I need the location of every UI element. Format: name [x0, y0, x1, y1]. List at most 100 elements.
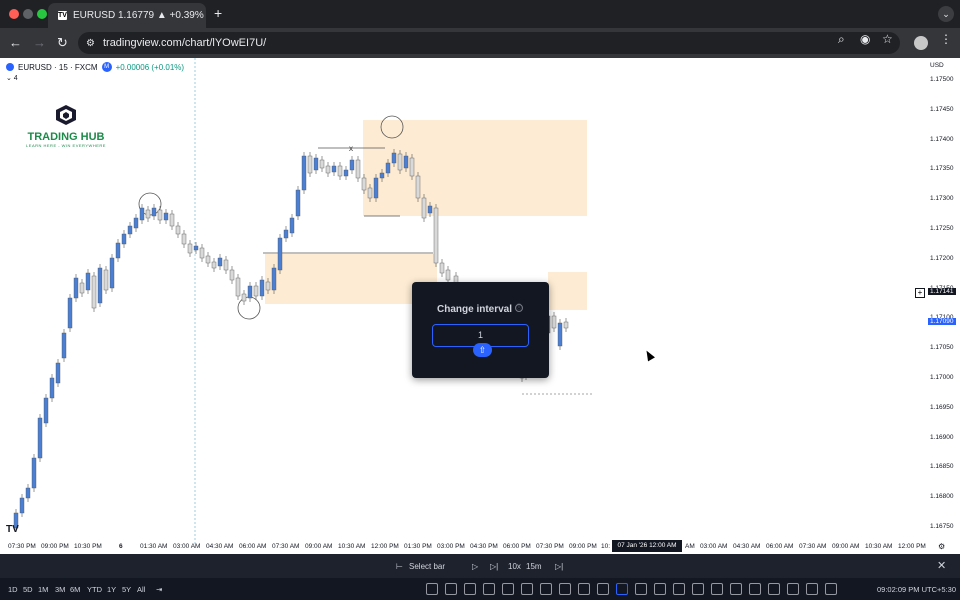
candle[interactable] [151, 207, 157, 217]
candle[interactable] [343, 169, 349, 177]
step-forward-icon[interactable]: ▷| [490, 562, 498, 571]
candle[interactable] [439, 262, 445, 274]
change-interval-dialog[interactable]: Change interval ⓘ 1 ⇧ [412, 282, 549, 378]
candle[interactable] [367, 187, 373, 199]
candle[interactable] [307, 155, 313, 174]
range-button-6m[interactable]: 6M [70, 585, 80, 594]
range-button-1d[interactable]: 1D [8, 585, 18, 594]
new-tab-button[interactable]: + [214, 5, 222, 21]
candle[interactable] [205, 255, 211, 264]
candle[interactable] [229, 269, 235, 281]
candle[interactable] [91, 275, 97, 309]
candle[interactable] [121, 233, 127, 245]
candle[interactable] [391, 152, 397, 164]
tab-search-button[interactable]: ⌄ [938, 6, 954, 22]
candle[interactable] [421, 197, 427, 219]
candle[interactable] [337, 165, 343, 177]
candle[interactable] [415, 175, 421, 199]
candle[interactable] [97, 267, 103, 304]
browser-menu-icon[interactable]: ⋮ [940, 32, 952, 46]
candle[interactable] [331, 165, 337, 173]
candle[interactable] [379, 172, 385, 179]
candle[interactable] [55, 362, 61, 384]
candle[interactable] [67, 297, 73, 329]
pen-tool-icon[interactable] [768, 583, 780, 595]
candle[interactable] [163, 212, 169, 221]
candle[interactable] [157, 209, 163, 221]
candle[interactable] [109, 257, 115, 289]
fib-tool-icon[interactable] [464, 583, 476, 595]
close-window-button[interactable] [9, 9, 19, 19]
time-axis-settings-icon[interactable]: ⚙ [938, 542, 945, 551]
indicator-toggle[interactable]: ⌄ 4 [6, 74, 18, 82]
replay-interval-button[interactable]: 15m [526, 562, 542, 571]
candle[interactable] [563, 321, 569, 329]
candle[interactable] [49, 377, 55, 399]
maximize-window-button[interactable] [37, 9, 47, 19]
candle[interactable] [199, 247, 205, 259]
brush-tool-icon[interactable] [578, 583, 590, 595]
candle[interactable] [247, 285, 253, 299]
bars-tool-icon[interactable] [559, 583, 571, 595]
candle[interactable] [43, 397, 49, 424]
candle[interactable] [127, 225, 133, 235]
candle[interactable] [557, 322, 563, 347]
info-icon[interactable]: ⓘ [515, 304, 523, 312]
measure-tool-icon[interactable] [502, 583, 514, 595]
speed-button[interactable]: 10x [508, 562, 521, 571]
reload-icon[interactable]: ↻ [57, 35, 68, 51]
candle[interactable] [145, 209, 151, 219]
candle[interactable] [265, 281, 271, 291]
ellipse-tool-icon[interactable] [692, 583, 704, 595]
candle[interactable] [253, 285, 259, 297]
candle[interactable] [187, 243, 193, 254]
candle[interactable] [37, 417, 43, 459]
cursor-tool-icon[interactable] [616, 583, 628, 595]
candle[interactable] [551, 315, 557, 329]
address-bar[interactable]: ⚙ tradingview.com/chart/lYOwEI7U/ [78, 32, 900, 54]
candle[interactable] [139, 207, 145, 221]
candle[interactable] [271, 267, 277, 291]
range-button-all[interactable]: All [137, 585, 145, 594]
browser-tab[interactable]: TV EURUSD 1.16779 ▲ +0.39% ⋅ T [48, 3, 206, 28]
candle[interactable] [181, 233, 187, 245]
bookmark-star-icon[interactable]: ☆ [882, 32, 893, 46]
site-settings-icon[interactable]: ⚙ [86, 38, 95, 49]
candle[interactable] [19, 497, 25, 514]
range-button-5d[interactable]: 5D [23, 585, 33, 594]
back-icon[interactable]: ← [9, 35, 22, 51]
candle[interactable] [85, 272, 91, 291]
candle[interactable] [355, 159, 361, 179]
candle[interactable] [31, 457, 37, 489]
symbol-header[interactable]: EURUSD · 15 · FXCM M +0.00006 (+0.01%) [6, 62, 184, 72]
profile-avatar[interactable] [914, 36, 928, 50]
line-tool-icon[interactable] [426, 583, 438, 595]
rect-tool-icon[interactable] [730, 583, 742, 595]
type-tool-icon[interactable] [540, 583, 552, 595]
range-button-5y[interactable]: 5Y [122, 585, 131, 594]
candle[interactable] [25, 487, 31, 499]
candle[interactable] [223, 259, 229, 271]
candle[interactable] [289, 217, 295, 234]
candle[interactable] [385, 162, 391, 174]
note-tool-icon[interactable] [654, 583, 666, 595]
candle[interactable] [103, 269, 109, 291]
candle[interactable] [313, 157, 319, 171]
candle[interactable] [61, 332, 67, 359]
price-scale[interactable]: USD 1.17500 1.17450 1.17400 1.17350 1.17300 1… [918, 58, 960, 544]
candle[interactable] [325, 165, 331, 174]
select-bar-icon[interactable]: ⊢ [396, 562, 403, 571]
jump-to-realtime-icon[interactable]: ▷| [555, 562, 563, 571]
candle[interactable] [403, 155, 409, 169]
range-button-ytd[interactable]: YTD [87, 585, 102, 594]
eye-icon[interactable]: ◉ [860, 32, 870, 46]
candle[interactable] [115, 242, 121, 259]
hlines-tool-icon[interactable] [673, 583, 685, 595]
trend-tool-icon[interactable] [597, 583, 609, 595]
date-range-icon[interactable]: ⇥ [156, 585, 162, 594]
demand-zone-right[interactable] [548, 272, 587, 310]
candle[interactable] [133, 217, 139, 229]
image-tool-icon[interactable] [806, 583, 818, 595]
grid-tool-icon[interactable] [635, 583, 647, 595]
time-axis[interactable]: 07:30 PM 09:00 PM 10:30 PM 6 01:30 AM 03:00 A… [0, 540, 926, 554]
